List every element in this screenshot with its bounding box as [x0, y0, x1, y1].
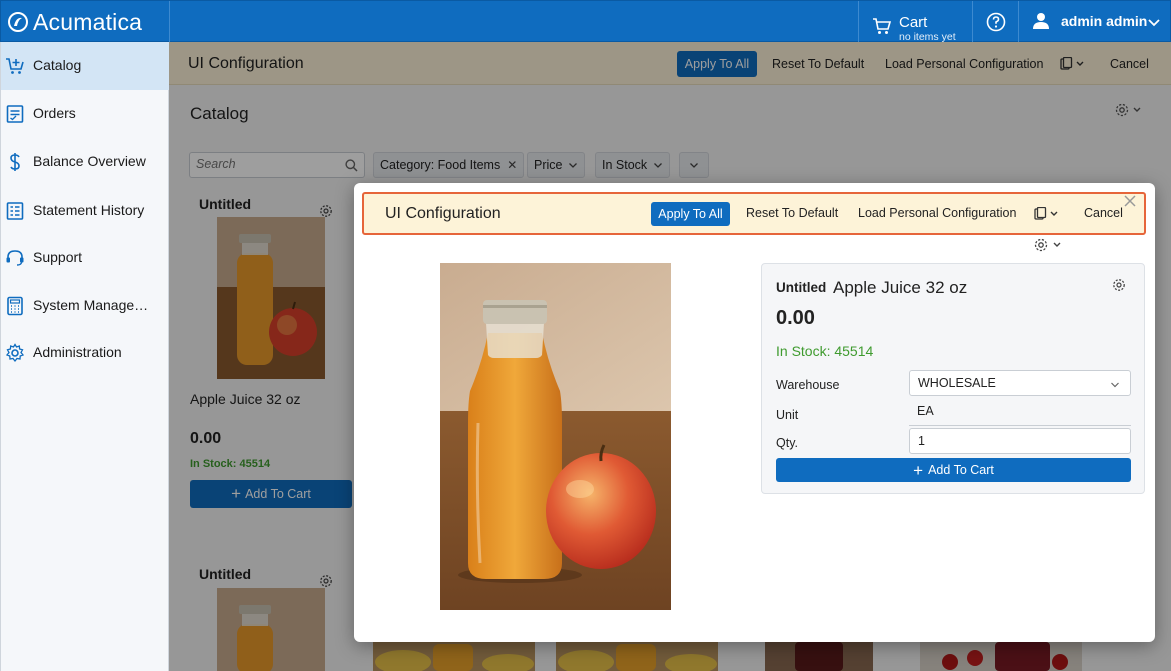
close-icon[interactable] [1123, 194, 1137, 208]
chevron-down-icon [1148, 19, 1160, 27]
divider [909, 425, 1131, 426]
qty-label: Qty. [776, 436, 798, 450]
warehouse-label: Warehouse [776, 378, 840, 392]
sidebar-backdrop [0, 42, 169, 671]
help-icon [986, 12, 1005, 32]
ui-configuration-bar: UI Configuration Apply To All Reset To D… [362, 192, 1146, 235]
unit-value: EA [917, 404, 934, 418]
product-price: 0.00 [776, 307, 815, 329]
help-button[interactable] [972, 1, 1018, 43]
apply-to-all-button[interactable]: Apply To All [651, 202, 730, 226]
product-detail-panel: Untitled Apple Juice 32 oz 0.00 In Stock… [761, 263, 1145, 494]
plus-icon: + [913, 460, 924, 480]
user-name: admin admin [1061, 13, 1148, 29]
add-to-cart-button[interactable]: + Add To Cart [776, 458, 1131, 482]
acumatica-logo-icon [8, 12, 28, 32]
cart-button[interactable]: Cart no items yet [858, 1, 972, 43]
user-icon [1033, 13, 1049, 29]
product-details-dialog: UI Configuration Apply To All Reset To D… [354, 183, 1155, 642]
cancel-button[interactable]: Cancel [1084, 206, 1123, 220]
cart-title: Cart [899, 14, 928, 31]
brand-name: Acumatica [33, 8, 143, 35]
chevron-down-icon [1111, 382, 1119, 388]
config-title: UI Configuration [385, 205, 501, 222]
add-to-cart-label: Add To Cart [928, 463, 994, 477]
top-bar: Acumatica Cart no items yet admin admin [0, 0, 1171, 43]
product-name: Apple Juice 32 oz [833, 278, 968, 297]
copy-dropdown-icon[interactable] [1034, 207, 1060, 221]
reset-to-default-button[interactable]: Reset To Default [746, 206, 838, 220]
unit-label: Unit [776, 408, 799, 422]
card-title: Untitled [776, 280, 827, 295]
cart-icon [873, 18, 892, 34]
product-image [440, 263, 671, 610]
quantity-input[interactable]: 1 [909, 428, 1131, 454]
stock-status: In Stock: 45514 [776, 343, 874, 359]
warehouse-value: WHOLESALE [918, 376, 996, 390]
settings-dropdown-icon[interactable] [1033, 237, 1065, 253]
acumatica-logo[interactable]: Acumatica [1, 1, 170, 43]
gear-icon[interactable] [1112, 278, 1126, 292]
load-personal-configuration-button[interactable]: Load Personal Configuration [858, 206, 1016, 220]
user-menu[interactable]: admin admin [1018, 1, 1171, 43]
warehouse-select[interactable]: WHOLESALE [909, 370, 1131, 396]
